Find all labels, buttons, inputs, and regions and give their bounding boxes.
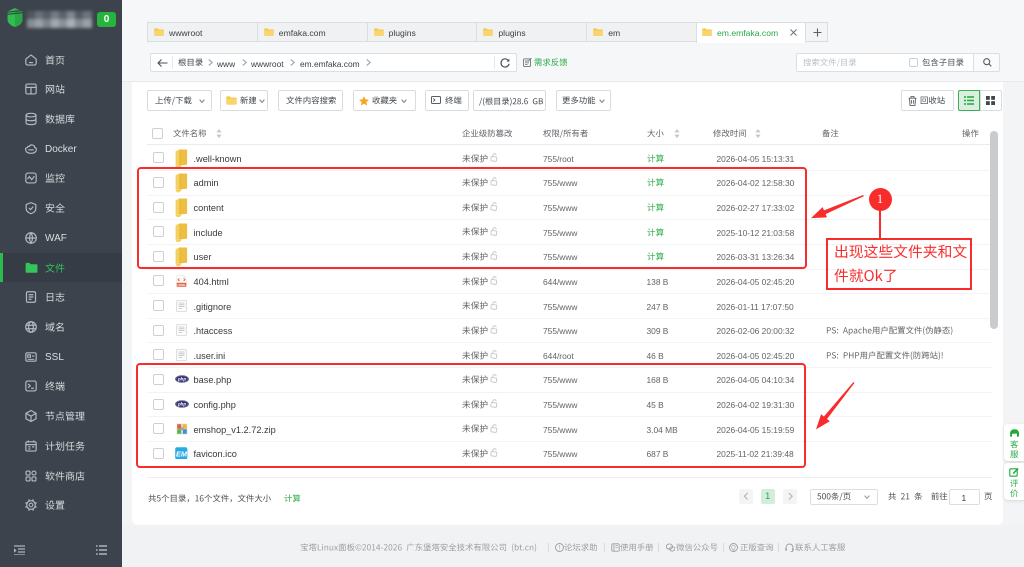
svg-text:HTML: HTML (177, 283, 185, 287)
svg-text:Q: Q (731, 545, 736, 551)
svg-text:!: ! (559, 545, 561, 551)
